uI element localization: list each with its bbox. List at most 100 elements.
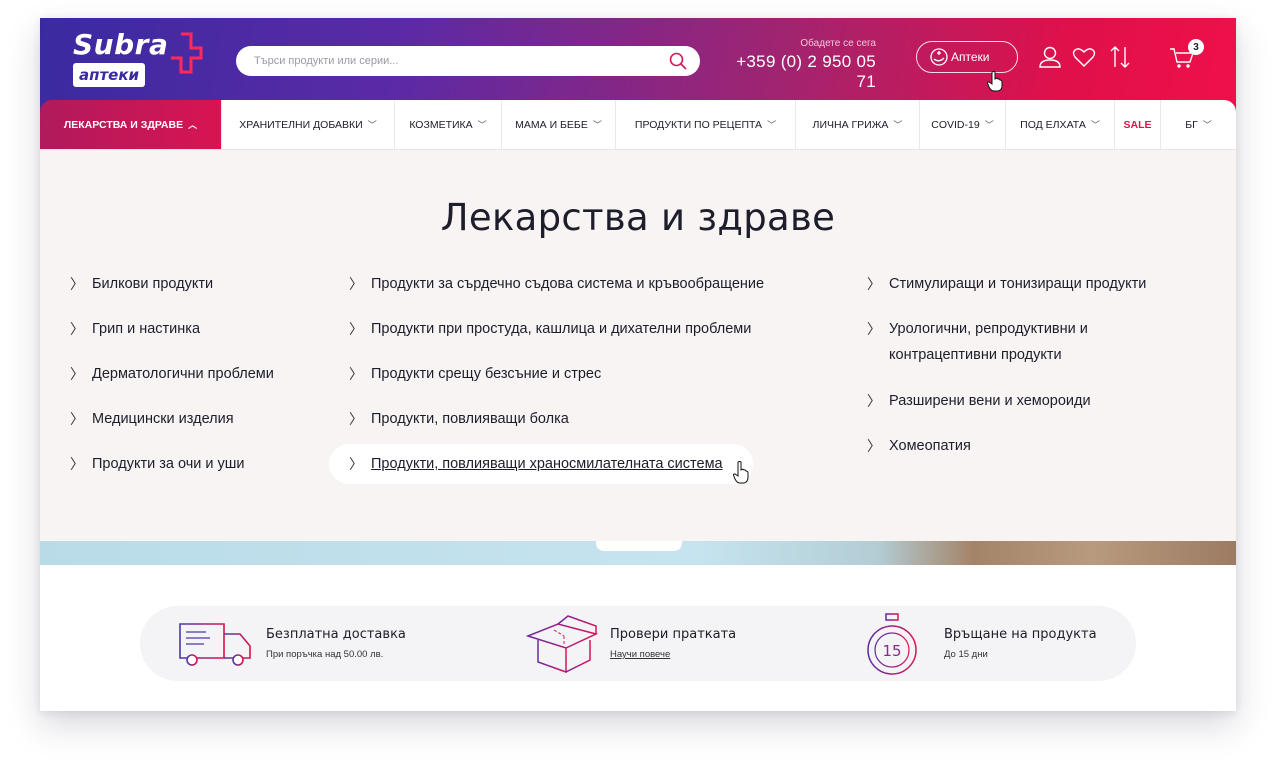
nav-item-christmas[interactable]: ПОД ЕЛХАТА ﹀: [1006, 100, 1115, 149]
phone-number[interactable]: +359 (0) 2 950 05 71: [716, 52, 876, 92]
box-icon: [525, 615, 599, 674]
hero-banner-image[interactable]: [40, 541, 1236, 565]
menu-item-homeopathy[interactable]: 〉 Хомеопатия: [867, 433, 971, 459]
menu-item-stimulating[interactable]: 〉 Стимулиращи и тонизиращи продукти: [867, 271, 1146, 297]
nav-label: МАМА И БЕБЕ: [515, 118, 588, 131]
user-account-icon[interactable]: [1036, 43, 1064, 71]
chevron-right-icon: 〉: [867, 438, 881, 454]
menu-item-pain[interactable]: 〉 Продукти, повлияващи болка: [349, 406, 569, 432]
menu-item-label: Продукти при простуда, кашлица и дихател…: [371, 321, 752, 337]
chevron-down-icon: ﹀: [1202, 120, 1212, 130]
feature-product-return: 15 Връщане на продукта До 15 дни: [862, 606, 1132, 681]
menu-item-label: Стимулиращи и тонизиращи продукти: [889, 276, 1147, 292]
menu-item-digestive[interactable]: 〉 Продукти, повлияващи храносмилателната …: [329, 444, 753, 484]
nav-item-covid[interactable]: COVID-19 ﹀: [920, 100, 1006, 149]
nav-label: SALE: [1123, 118, 1152, 131]
nav-label: ЛИЧНА ГРИЖА: [812, 118, 889, 131]
menu-item-label: Продукти за очи и уши: [92, 456, 245, 472]
pharmacies-label: Аптеки: [951, 50, 990, 64]
feature-title: Връщане на продукта: [944, 627, 1097, 642]
search-icon[interactable]: [668, 51, 688, 71]
menu-item-medical-devices[interactable]: 〉 Медицински изделия: [70, 406, 234, 432]
menu-item-label: Хомеопатия: [889, 438, 971, 454]
nav-item-cosmetics[interactable]: КОЗМЕТИКА ﹀: [395, 100, 502, 149]
feature-subtitle: До 15 дни: [944, 649, 988, 660]
chevron-right-icon: 〉: [70, 276, 84, 292]
hero-button[interactable]: [596, 541, 682, 551]
menu-item-varicose[interactable]: 〉 Разширени вени и хемороиди: [867, 388, 1091, 414]
chevron-right-icon: 〉: [349, 411, 363, 427]
menu-item-dermatology[interactable]: 〉 Дерматологични проблеми: [70, 361, 274, 387]
chevron-right-icon: 〉: [349, 366, 363, 382]
main-navigation: ЛЕКАРСТВА И ЗДРАВЕ ︿ ХРАНИТЕЛНИ ДОБАВКИ ﹀ …: [40, 100, 1236, 149]
chevron-down-icon: ﹀: [893, 120, 903, 130]
pharmacy-cross-icon: [171, 32, 203, 74]
chevron-right-icon: 〉: [867, 321, 881, 337]
nav-label: БГ: [1185, 118, 1198, 131]
menu-item-label: Дерматологични проблеми: [92, 366, 274, 382]
nav-item-personal-care[interactable]: ЛИЧНА ГРИЖА ﹀: [796, 100, 920, 149]
learn-more-link[interactable]: Научи повече: [610, 649, 670, 660]
chevron-down-icon: ﹀: [984, 120, 994, 130]
menu-item-cardiovascular[interactable]: 〉 Продукти за сърдечно съдова система и к…: [349, 271, 764, 297]
compare-arrows-icon[interactable]: [1106, 43, 1134, 71]
chevron-right-icon: 〉: [349, 456, 363, 472]
nav-item-medicines[interactable]: ЛЕКАРСТВА И ЗДРАВЕ ︿: [40, 100, 222, 149]
nav-label: ЛЕКАРСТВА И ЗДРАВЕ: [63, 118, 184, 131]
subra-logo[interactable]: Subra аптеки: [73, 28, 203, 90]
menu-item-label: Продукти, повлияващи болка: [371, 411, 569, 427]
stopwatch-number: 15: [882, 642, 901, 660]
language-selector[interactable]: БГ ﹀: [1161, 100, 1236, 149]
menu-item-flu-cold[interactable]: 〉 Грип и настинка: [70, 316, 200, 342]
chevron-right-icon: 〉: [70, 411, 84, 427]
browser-window: Subra аптеки Обадете се сега +359 (0) 2 …: [40, 18, 1236, 711]
chevron-down-icon: ﹀: [1090, 120, 1100, 130]
search-bar: [236, 46, 700, 76]
chevron-right-icon: 〉: [70, 456, 84, 472]
chevron-right-icon: 〉: [867, 276, 881, 292]
chevron-down-icon: ﹀: [592, 120, 602, 130]
chevron-right-icon: 〉: [349, 276, 363, 292]
mega-menu-dropdown: Лекарства и здраве 〉 Билкови продукти 〉 Гр…: [40, 149, 1236, 541]
menu-item-label-line1: Урологични, репродуктивни и: [889, 321, 1088, 337]
menu-item-label: Медицински изделия: [92, 411, 234, 427]
logo-wordmark: Subra: [73, 28, 169, 61]
nav-item-sale[interactable]: SALE: [1115, 100, 1161, 149]
menu-item-insomnia-stress[interactable]: 〉 Продукти срещу безсъние и стрес: [349, 361, 601, 387]
hand-cursor-icon: [986, 71, 1003, 92]
menu-item-eyes-ears[interactable]: 〉 Продукти за очи и уши: [70, 451, 245, 477]
feature-title: Провери пратката: [610, 627, 737, 642]
nav-item-prescription[interactable]: ПРОДУКТИ ПО РЕЦЕПТА ﹀: [616, 100, 796, 149]
menu-item-label: Разширени вени и хемороиди: [889, 393, 1091, 409]
menu-item-urological[interactable]: 〉 Урологични, репродуктивни и контрацепт…: [867, 316, 1088, 368]
feature-check-shipment: Провери пратката Научи повече: [524, 606, 794, 681]
menu-item-label: Грип и настинка: [92, 321, 201, 337]
menu-item-label: Продукти срещу безсъние и стрес: [371, 366, 602, 382]
nav-label: КОЗМЕТИКА: [409, 118, 473, 131]
wishlist-heart-icon[interactable]: [1070, 43, 1098, 71]
feature-subtitle: При поръчка над 50.00 лв.: [266, 649, 384, 660]
mega-menu-title: Лекарства и здраве: [440, 196, 836, 239]
feature-title: Безплатна доставка: [266, 627, 406, 642]
chevron-right-icon: 〉: [349, 321, 363, 337]
nav-label: COVID-19: [931, 118, 980, 131]
stopwatch-icon: 15: [867, 613, 917, 675]
cart-count-badge: 3: [1188, 39, 1204, 55]
features-bar: Безплатна доставка При поръчка над 50.00…: [140, 606, 1136, 681]
nav-item-supplements[interactable]: ХРАНИТЕЛНИ ДОБАВКИ ﹀: [222, 100, 395, 149]
pharmacies-button[interactable]: Аптеки: [916, 41, 1018, 73]
menu-item-herbal[interactable]: 〉 Билкови продукти: [70, 271, 213, 297]
call-label: Обадете се сега: [800, 38, 876, 49]
truck-icon: [179, 623, 251, 666]
search-input[interactable]: [236, 46, 656, 76]
chevron-right-icon: 〉: [70, 366, 84, 382]
menu-item-respiratory[interactable]: 〉 Продукти при простуда, кашлица и дихате…: [349, 316, 751, 342]
chevron-down-icon: ﹀: [477, 120, 487, 130]
menu-item-label: Продукти за сърдечно съдова система и кр…: [371, 276, 765, 292]
nav-label: ПОД ЕЛХАТА: [1020, 118, 1086, 131]
nav-item-mother-baby[interactable]: МАМА И БЕБЕ ﹀: [502, 100, 616, 149]
call-block: Обадете се сега +359 (0) 2 950 05 71: [716, 38, 876, 91]
chevron-right-icon: 〉: [70, 321, 84, 337]
menu-item-label: Билкови продукти: [92, 276, 214, 292]
menu-item-label: Урологични, репродуктивни и контрацептив…: [889, 316, 1088, 368]
